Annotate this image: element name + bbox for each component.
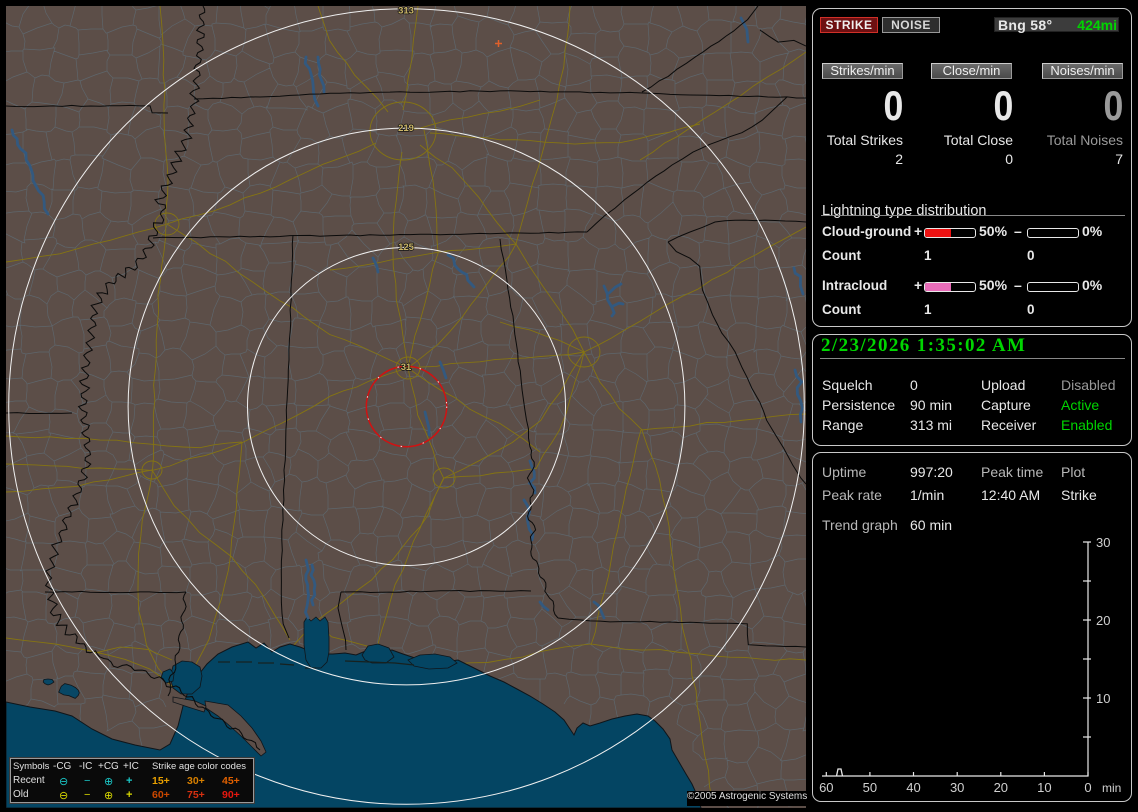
svg-text:50: 50 bbox=[863, 780, 877, 795]
svg-text:30: 30 bbox=[950, 780, 964, 795]
svg-text:min: min bbox=[1102, 781, 1121, 795]
svg-text:20: 20 bbox=[994, 780, 1008, 795]
svg-text:30: 30 bbox=[1096, 535, 1110, 550]
svg-text:313: 313 bbox=[398, 6, 414, 17]
svg-text:60: 60 bbox=[819, 780, 833, 795]
svg-text:0: 0 bbox=[1084, 780, 1091, 795]
svg-text:31: 31 bbox=[401, 362, 412, 373]
svg-text:219: 219 bbox=[398, 123, 414, 134]
svg-text:10: 10 bbox=[1037, 780, 1051, 795]
svg-text:125: 125 bbox=[398, 242, 415, 253]
svg-text:20: 20 bbox=[1096, 613, 1110, 628]
svg-text:10: 10 bbox=[1096, 691, 1110, 706]
svg-text:40: 40 bbox=[906, 780, 920, 795]
